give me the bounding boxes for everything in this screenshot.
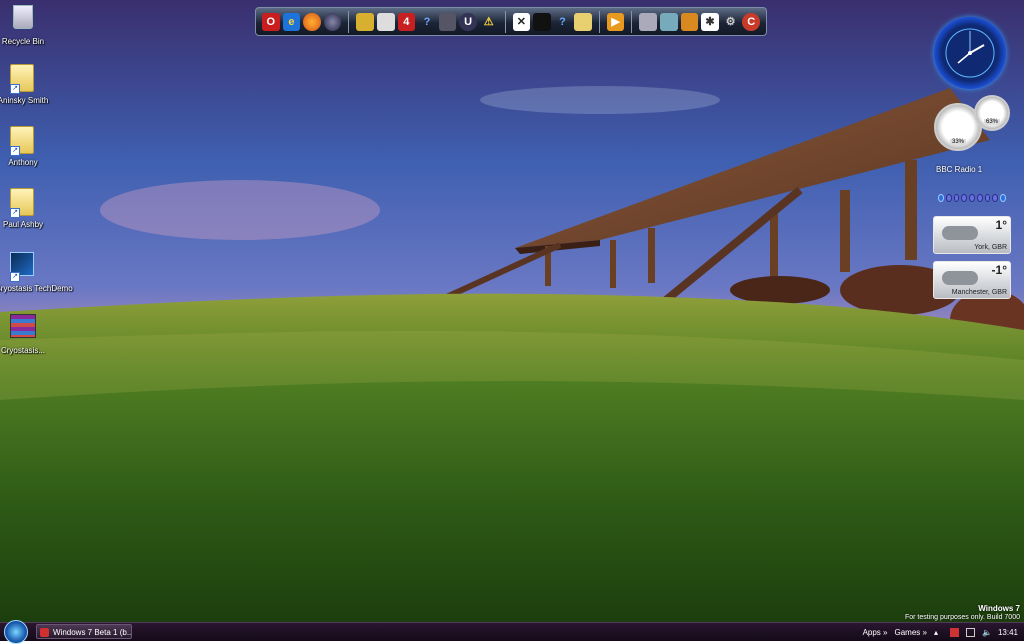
apps-toolbar[interactable]: Apps » <box>863 628 888 637</box>
chevron-right-icon: » <box>922 627 927 637</box>
desktop-icon-recycle-bin[interactable]: Recycle Bin <box>0 3 51 46</box>
game-icon[interactable] <box>356 12 374 31</box>
warning-icon[interactable]: ⚠ <box>480 13 498 31</box>
window-app-icon <box>40 628 49 637</box>
opera-icon[interactable]: O <box>262 12 280 31</box>
unreal-icon[interactable]: U <box>459 12 477 31</box>
radio-controls[interactable] <box>938 193 1007 203</box>
clock-face <box>945 28 995 78</box>
desktop-icon-anthony[interactable]: ↗ Anthony <box>0 126 51 167</box>
weather-gadget-manchester[interactable]: -1° Manchester, GBR <box>933 261 1011 299</box>
folder-icon: ↗ <box>10 188 36 218</box>
desktop-icon-label: Aninsky Smith <box>0 96 49 105</box>
chevron-right-icon: » <box>883 627 888 637</box>
cloud-icon <box>942 271 978 285</box>
volume-icon[interactable]: 🔈 <box>982 628 992 637</box>
volume-dot <box>984 194 991 202</box>
desktop-icon-label: Recycle Bin <box>1 37 45 46</box>
desktop-icon-cryostasis-archive[interactable]: Cryostasis... <box>0 314 51 355</box>
show-hidden-icons-icon[interactable]: ▴ <box>934 628 943 637</box>
folder-icon: ↗ <box>10 126 36 156</box>
watermark-os-name: Windows 7 <box>978 604 1020 613</box>
desktop-icon-label: Cryostasis... <box>0 346 45 355</box>
weather-city: York, GBR <box>974 244 1007 251</box>
folder-icon: ↗ <box>10 64 36 94</box>
weather-city: Manchester, GBR <box>951 289 1007 296</box>
media-player-icon[interactable]: ▶ <box>606 12 625 31</box>
volume-dot <box>969 194 975 202</box>
weather-temperature: 1° <box>995 218 1007 232</box>
desktop-icon-cryostasis-techdemo[interactable]: ↗ Cryostasis TechDemo <box>0 252 73 293</box>
dock-separator <box>348 10 350 33</box>
globe-icon[interactable] <box>323 12 342 31</box>
volume-dot <box>992 194 999 202</box>
game2-icon[interactable] <box>438 12 457 31</box>
watermark-build-text: For testing purposes only. Build 7000 <box>904 614 1020 621</box>
desktop-icon-aninsky-smith[interactable]: ↗ Aninsky Smith <box>0 64 51 105</box>
folder-icon[interactable] <box>574 12 592 31</box>
apps-label: Apps <box>862 627 881 637</box>
ram-dial <box>974 95 1010 131</box>
volume-dot <box>961 194 968 202</box>
firefox-icon[interactable] <box>303 12 321 31</box>
clock-gadget[interactable] <box>934 17 1006 89</box>
network-icon[interactable] <box>965 627 975 637</box>
help2-icon[interactable]: ? <box>554 13 572 31</box>
weather-gadget-york[interactable]: 1° York, GBR <box>933 216 1011 254</box>
cryostasis-icon: ↗ <box>10 252 36 282</box>
start-button[interactable] <box>4 620 28 644</box>
ccleaner-icon[interactable]: C <box>742 12 760 31</box>
xfire-icon[interactable]: ✕ <box>512 12 531 31</box>
winrar-archive-icon <box>10 314 36 344</box>
left4dead-icon[interactable]: 4 <box>397 12 416 31</box>
games-toolbar[interactable]: Games » <box>894 628 926 637</box>
play-icon[interactable] <box>1000 194 1007 202</box>
system-tray: Apps » Games » ▴ 🔈 13:41 <box>863 623 1018 641</box>
weather-temperature: -1° <box>991 263 1007 277</box>
settings-icon[interactable]: ⚙ <box>722 13 740 31</box>
steam-icon[interactable] <box>533 12 551 31</box>
crysis-icon[interactable] <box>376 12 395 31</box>
radio-station-title: BBC Radio 1 <box>936 165 983 174</box>
build-watermark: Windows 7 For testing purposes only. Bui… <box>905 604 1020 622</box>
info-icon[interactable] <box>938 194 944 202</box>
cpu-meter-gadget[interactable]: 33% 63% <box>934 95 1010 151</box>
cpu-value: 33% <box>950 139 967 145</box>
desktop-icon-label: Cryostasis TechDemo <box>0 284 73 293</box>
action-center-flag-icon[interactable] <box>949 627 959 637</box>
help-icon[interactable]: ? <box>418 13 436 31</box>
dock-separator <box>504 10 506 33</box>
games-label: Games <box>894 627 921 637</box>
cloud-icon <box>942 226 978 240</box>
fan-icon[interactable]: ✱ <box>701 12 719 31</box>
application-dock: O e 4 ? U ⚠ ✕ ? ▶ ✱ ⚙ C <box>255 7 767 36</box>
dock-separator <box>598 10 600 33</box>
dock-separator <box>631 10 633 33</box>
desktop-icon-paul-ashby[interactable]: ↗ Paul Ashby <box>0 188 51 229</box>
desktop-icon-label: Paul Ashby <box>2 220 44 229</box>
ram-value: 63% <box>984 119 1001 125</box>
volume-dot <box>953 194 960 202</box>
desktop-wallpaper <box>0 0 1024 640</box>
taskbar-window-label: Windows 7 Beta 1 (b... <box>53 628 132 637</box>
recycle-bin-icon <box>10 5 36 35</box>
desktop-icon-label: Anthony <box>8 158 38 167</box>
volume-dot <box>976 194 983 202</box>
photo-icon[interactable] <box>680 12 699 31</box>
taskbar-window-button[interactable]: Windows 7 Beta 1 (b... <box>36 624 132 639</box>
volume-dot <box>945 194 952 202</box>
taskbar: Windows 7 Beta 1 (b... Apps » Games » ▴ … <box>0 620 1024 644</box>
control-panel-icon[interactable] <box>660 12 678 31</box>
taskbar-clock[interactable]: 13:41 <box>998 628 1018 637</box>
internet-explorer-icon[interactable]: e <box>282 12 301 31</box>
recycle-bin-icon[interactable] <box>639 12 658 31</box>
